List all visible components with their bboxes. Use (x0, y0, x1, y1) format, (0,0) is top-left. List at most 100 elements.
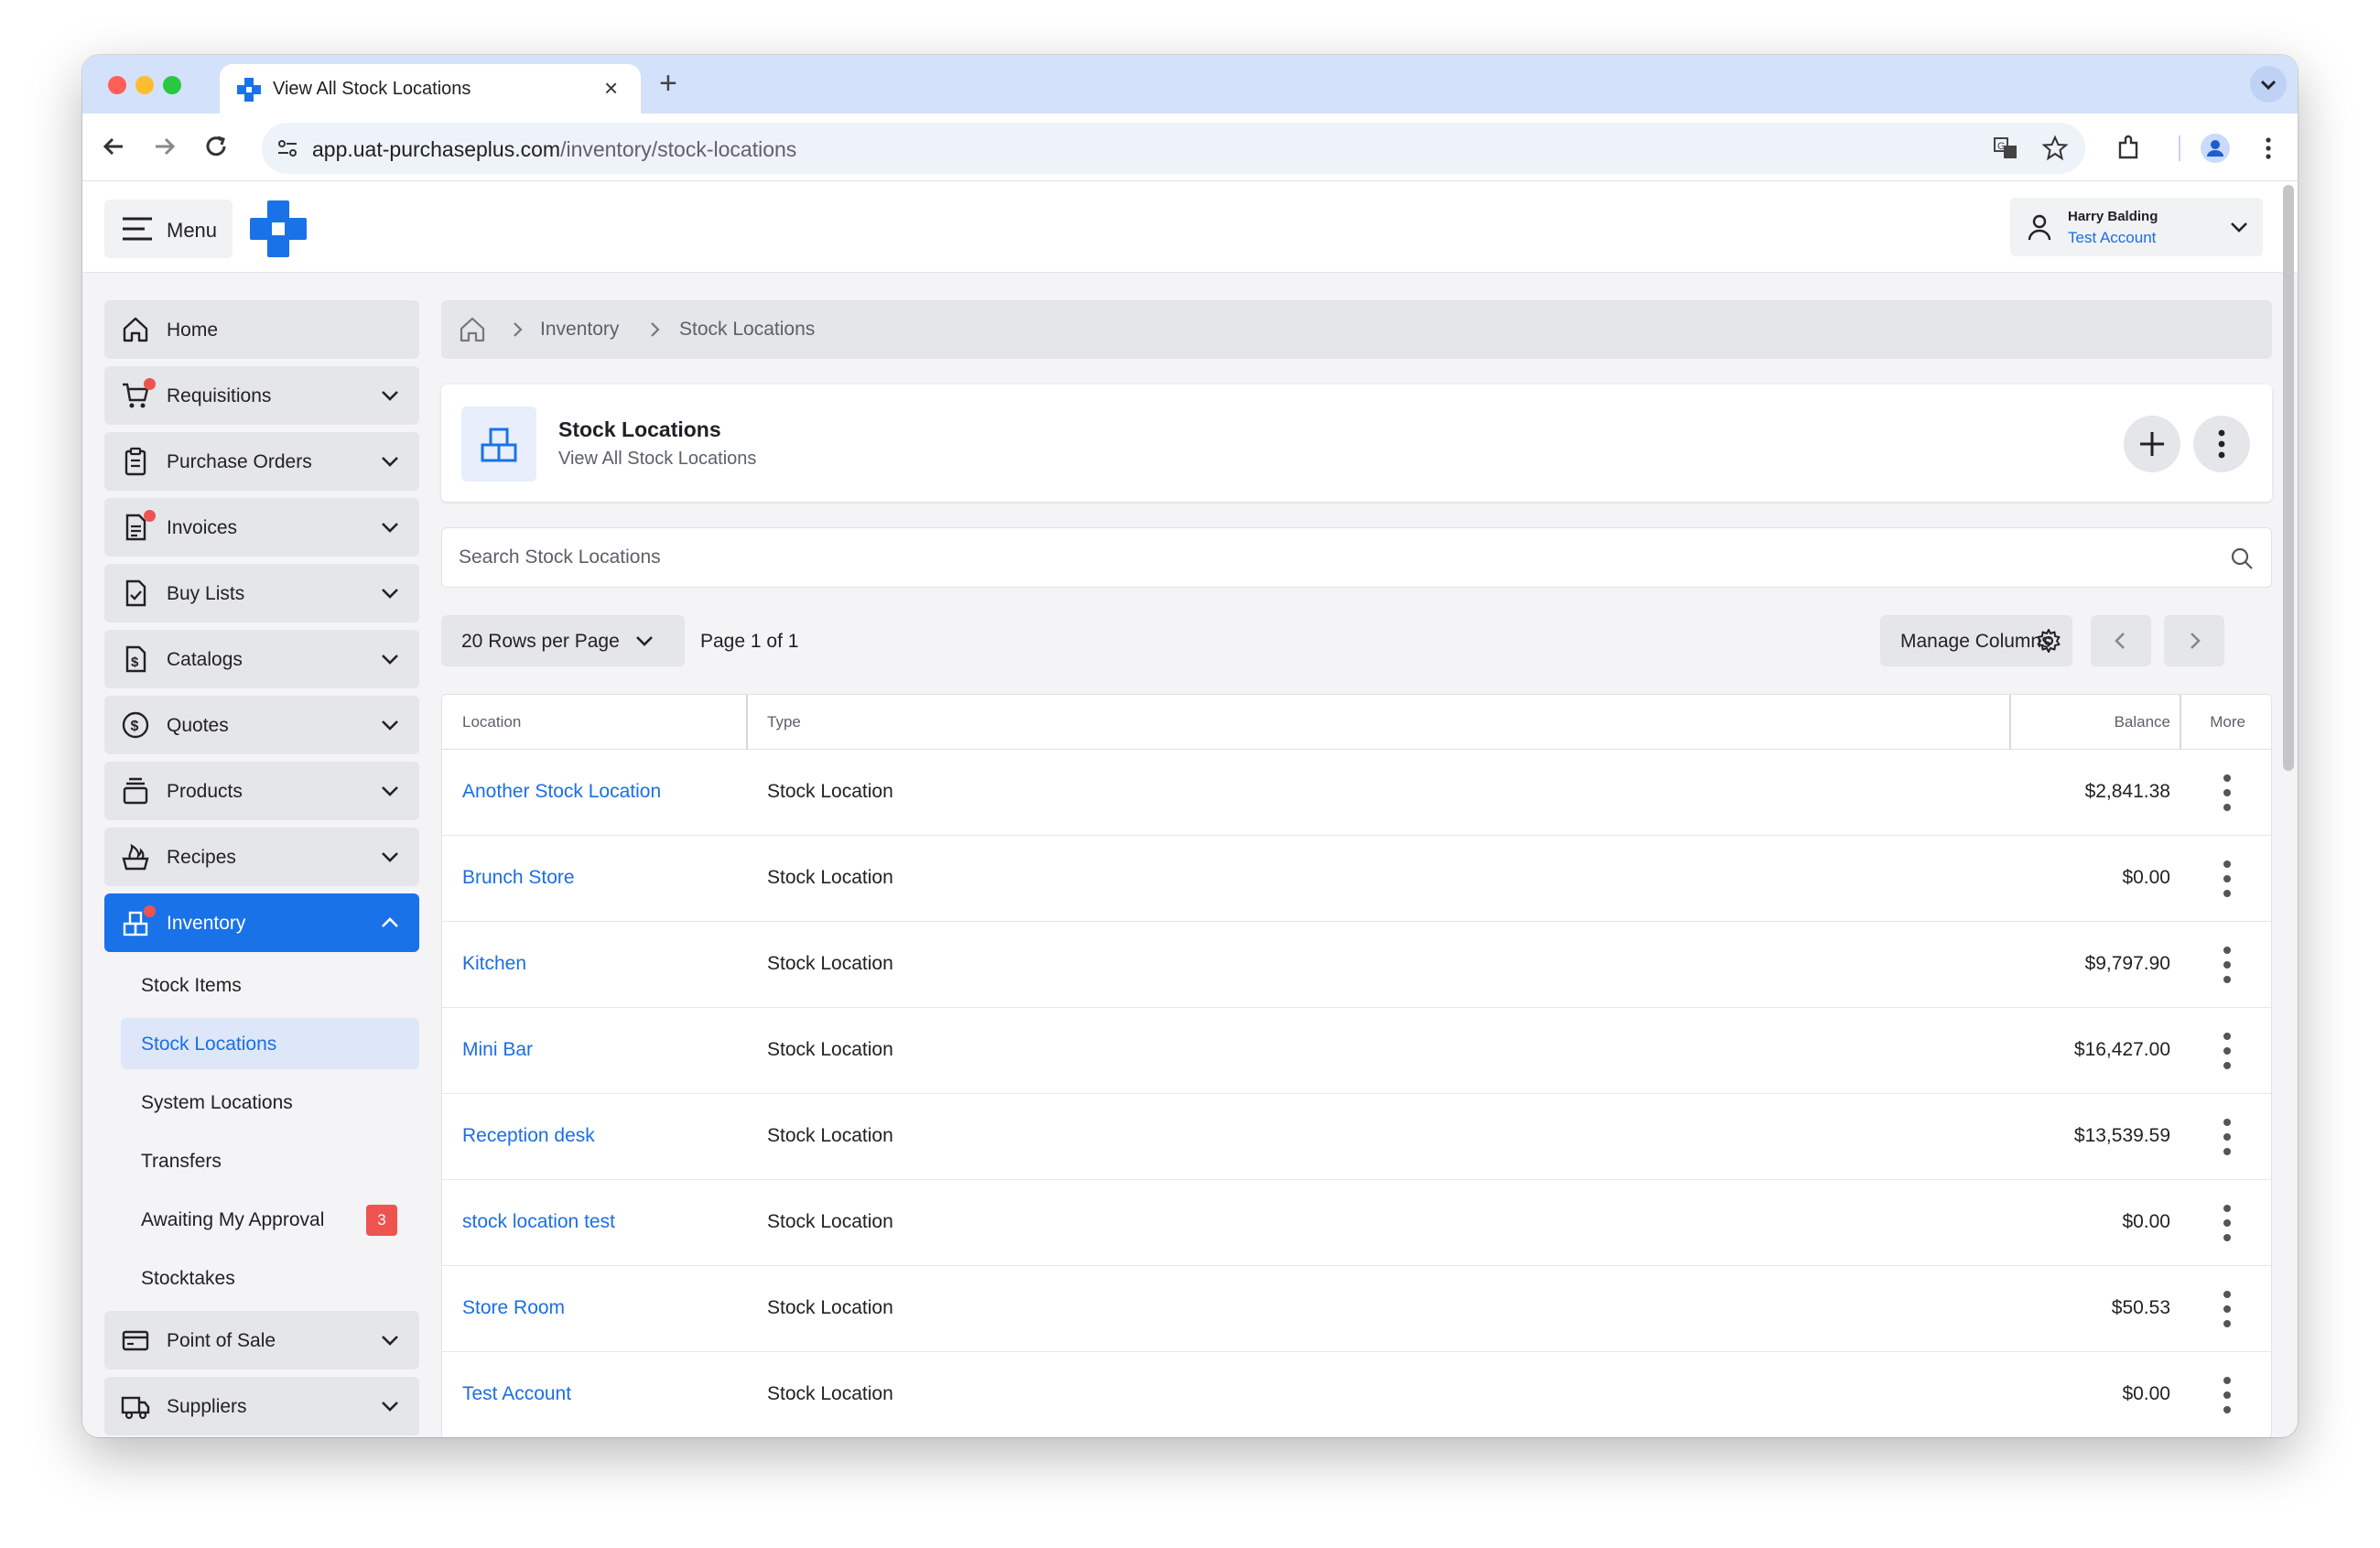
sidebar-subitem-awaiting-my-approval[interactable]: Awaiting My Approval 3 (121, 1194, 419, 1245)
type-cell: Stock Location (767, 867, 893, 888)
sidebar-item-label: Requisitions (167, 385, 272, 406)
row-more-icon[interactable] (2218, 1028, 2236, 1074)
previous-page-button[interactable] (2091, 615, 2151, 666)
sidebar-item-catalogs[interactable]: $ Catalogs (104, 630, 419, 688)
sidebar-item-suppliers[interactable]: Suppliers (104, 1377, 419, 1435)
sidebar-subitem-system-locations[interactable]: System Locations (121, 1077, 419, 1128)
breadcrumb-stock-locations[interactable]: Stock Locations (679, 319, 815, 341)
sidebar-item-inventory[interactable]: Inventory (104, 893, 419, 952)
sidebar-item-buy-lists[interactable]: Buy Lists (104, 564, 419, 622)
type-cell: Stock Location (767, 781, 893, 802)
location-link[interactable]: Another Stock Location (462, 781, 661, 803)
sidebar-subitem-label: Stock Items (141, 975, 242, 996)
location-link[interactable]: stock location test (462, 1211, 615, 1233)
row-more-icon[interactable] (2218, 1200, 2236, 1246)
row-more-icon[interactable] (2218, 1286, 2236, 1332)
site-settings-icon[interactable] (275, 135, 300, 161)
count-badge: 3 (366, 1205, 397, 1236)
row-more-icon[interactable] (2218, 942, 2236, 988)
forward-arrow-icon[interactable] (148, 130, 181, 163)
location-link[interactable]: Reception desk (462, 1125, 595, 1147)
sidebar-subitem-label: System Locations (141, 1092, 293, 1113)
column-header-type[interactable]: Type (767, 713, 801, 731)
column-header-more: More (2210, 713, 2245, 731)
chevron-down-icon (382, 391, 398, 401)
type-cell: Stock Location (767, 1125, 893, 1146)
plus-icon (2140, 432, 2164, 456)
products-icon (123, 777, 148, 805)
sidebar-item-recipes[interactable]: Recipes (104, 828, 419, 886)
browser-menu-icon[interactable] (2259, 134, 2277, 163)
row-more-icon[interactable] (2218, 1372, 2236, 1418)
chevron-down-icon (382, 786, 398, 796)
manage-columns-button[interactable]: Manage Columns (1880, 615, 2072, 666)
user-account: Test Account (2068, 229, 2157, 246)
close-tab-icon[interactable]: × (604, 74, 618, 103)
new-tab-icon[interactable]: + (659, 66, 677, 102)
location-link[interactable]: Store Room (462, 1297, 565, 1319)
minimize-window-button[interactable] (135, 76, 154, 94)
sidebar-item-quotes[interactable]: $ Quotes (104, 696, 419, 754)
reload-icon[interactable] (200, 130, 233, 163)
menu-button[interactable]: Menu (104, 200, 233, 258)
sidebar-item-purchase-orders[interactable]: Purchase Orders (104, 432, 419, 491)
svg-text:$: $ (131, 655, 139, 670)
hamburger-icon (123, 217, 152, 241)
sidebar-item-label: Inventory (167, 913, 246, 934)
flame-icon (122, 843, 149, 871)
page-scrollbar[interactable] (2283, 185, 2294, 771)
browser-tab[interactable]: View All Stock Locations × (220, 64, 641, 114)
purchaseplus-logo[interactable] (250, 200, 307, 257)
column-header-balance[interactable]: Balance (2115, 713, 2170, 731)
search-icon[interactable] (2229, 546, 2255, 571)
app-header: Menu Harry Balding Test Account (82, 181, 2298, 273)
sidebar-subitem-stocktakes[interactable]: Stocktakes (121, 1252, 419, 1304)
column-header-location[interactable]: Location (462, 713, 521, 731)
sidebar-item-invoices[interactable]: Invoices (104, 498, 419, 557)
address-bar[interactable]: app.uat-purchaseplus.com/inventory/stock… (262, 123, 2085, 174)
bookmark-star-icon[interactable] (2041, 135, 2069, 162)
notification-dot (144, 905, 156, 917)
url-text: app.uat-purchaseplus.com/inventory/stock… (312, 137, 797, 161)
sidebar-item-products[interactable]: Products (104, 762, 419, 820)
search-bar (441, 527, 2272, 588)
chevron-up-icon (382, 917, 398, 927)
row-more-icon[interactable] (2218, 1114, 2236, 1160)
location-link[interactable]: Test Account (462, 1383, 571, 1405)
row-more-icon[interactable] (2218, 770, 2236, 816)
sidebar-item-home[interactable]: Home (104, 300, 419, 359)
search-input[interactable] (459, 541, 2180, 574)
table-row: stock location test Stock Location $0.00 (442, 1180, 2271, 1266)
type-cell: Stock Location (767, 953, 893, 974)
tab-search-button[interactable] (2250, 66, 2287, 103)
page-info: Page 1 of 1 (700, 631, 799, 652)
location-link[interactable]: Kitchen (462, 953, 526, 975)
rows-per-page-select[interactable]: 20 Rows per Page (441, 615, 685, 666)
sidebar-subitem-stock-locations[interactable]: Stock Locations (121, 1018, 419, 1069)
next-page-button[interactable] (2164, 615, 2224, 666)
maximize-window-button[interactable] (163, 76, 181, 94)
profile-avatar[interactable] (2201, 134, 2230, 163)
sidebar-subitem-transfers[interactable]: Transfers (121, 1135, 419, 1186)
sidebar-item-requisitions[interactable]: Requisitions (104, 366, 419, 425)
sidebar-subitem-stock-items[interactable]: Stock Items (121, 959, 419, 1011)
breadcrumb: Inventory Stock Locations (441, 300, 2272, 359)
sidebar-item-point-of-sale[interactable]: Point of Sale (104, 1311, 419, 1369)
back-arrow-icon[interactable] (97, 130, 130, 163)
more-options-button[interactable] (2193, 416, 2250, 472)
row-more-icon[interactable] (2218, 856, 2236, 902)
add-stock-location-button[interactable] (2124, 416, 2180, 472)
sidebar-item-label: Quotes (167, 715, 229, 736)
breadcrumb-inventory[interactable]: Inventory (540, 319, 619, 341)
close-window-button[interactable] (108, 76, 126, 94)
translate-icon[interactable]: G (1992, 135, 2019, 162)
home-icon[interactable] (458, 315, 487, 344)
user-menu[interactable]: Harry Balding Test Account (2010, 198, 2263, 256)
svg-text:G: G (1997, 141, 2006, 152)
chevron-down-icon (382, 720, 398, 731)
location-link[interactable]: Brunch Store (462, 867, 575, 889)
balance-cell: $0.00 (2122, 1211, 2170, 1232)
sidebar: Home Requisitions Purchase Orders Invoic… (104, 300, 419, 1437)
location-link[interactable]: Mini Bar (462, 1039, 533, 1061)
extensions-icon[interactable] (2115, 134, 2144, 163)
